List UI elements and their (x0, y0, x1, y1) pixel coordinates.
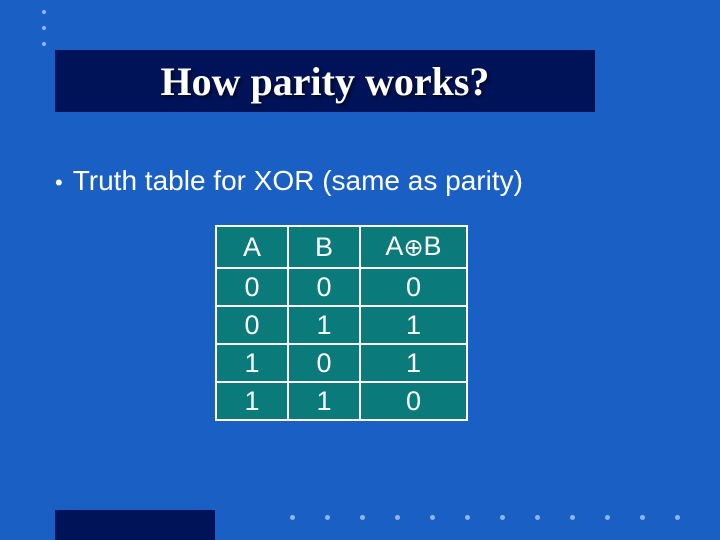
cell: 1 (360, 344, 467, 382)
dot-icon (675, 515, 680, 520)
truth-table: A B A⊕B 0 0 0 0 1 1 1 0 1 1 1 0 (215, 225, 468, 421)
bullet-row: • Truth table for XOR (same as parity) (55, 165, 523, 197)
xor-icon: ⊕ (403, 235, 423, 262)
dot-icon (42, 42, 46, 46)
cell: 0 (288, 268, 360, 306)
cell: 0 (216, 306, 288, 344)
dot-icon (500, 515, 505, 520)
dot-icon (430, 515, 435, 520)
decorative-dots-horizontal (290, 515, 680, 520)
cell: 1 (360, 306, 467, 344)
dot-icon (605, 515, 610, 520)
dot-icon (325, 515, 330, 520)
dot-icon (42, 26, 46, 30)
dot-icon (290, 515, 295, 520)
dot-icon (42, 10, 46, 14)
col-header-a: A (216, 226, 288, 268)
dot-icon (465, 515, 470, 520)
decorative-dots-vertical (42, 10, 46, 46)
bullet-icon: • (55, 169, 63, 197)
table-row: 1 1 0 (216, 382, 467, 420)
cell: 1 (216, 382, 288, 420)
cell: 0 (360, 268, 467, 306)
cell: 1 (288, 382, 360, 420)
dot-icon (640, 515, 645, 520)
col-header-b: B (288, 226, 360, 268)
table-row: 0 0 0 (216, 268, 467, 306)
dot-icon (535, 515, 540, 520)
dot-icon (360, 515, 365, 520)
dot-icon (395, 515, 400, 520)
cell: 0 (288, 344, 360, 382)
slide-title: How parity works? (161, 58, 490, 105)
cell: 1 (288, 306, 360, 344)
col-header-result-a: A (385, 231, 403, 261)
cell: 1 (216, 344, 288, 382)
col-header-result: A⊕B (360, 226, 467, 268)
cell: 0 (216, 268, 288, 306)
table-row: 0 1 1 (216, 306, 467, 344)
cell: 0 (360, 382, 467, 420)
table-row: 1 0 1 (216, 344, 467, 382)
accent-bar (55, 510, 215, 540)
col-header-result-b: B (424, 231, 442, 261)
dot-icon (570, 515, 575, 520)
title-bar: How parity works? (55, 50, 595, 112)
bullet-text: Truth table for XOR (same as parity) (73, 165, 523, 197)
